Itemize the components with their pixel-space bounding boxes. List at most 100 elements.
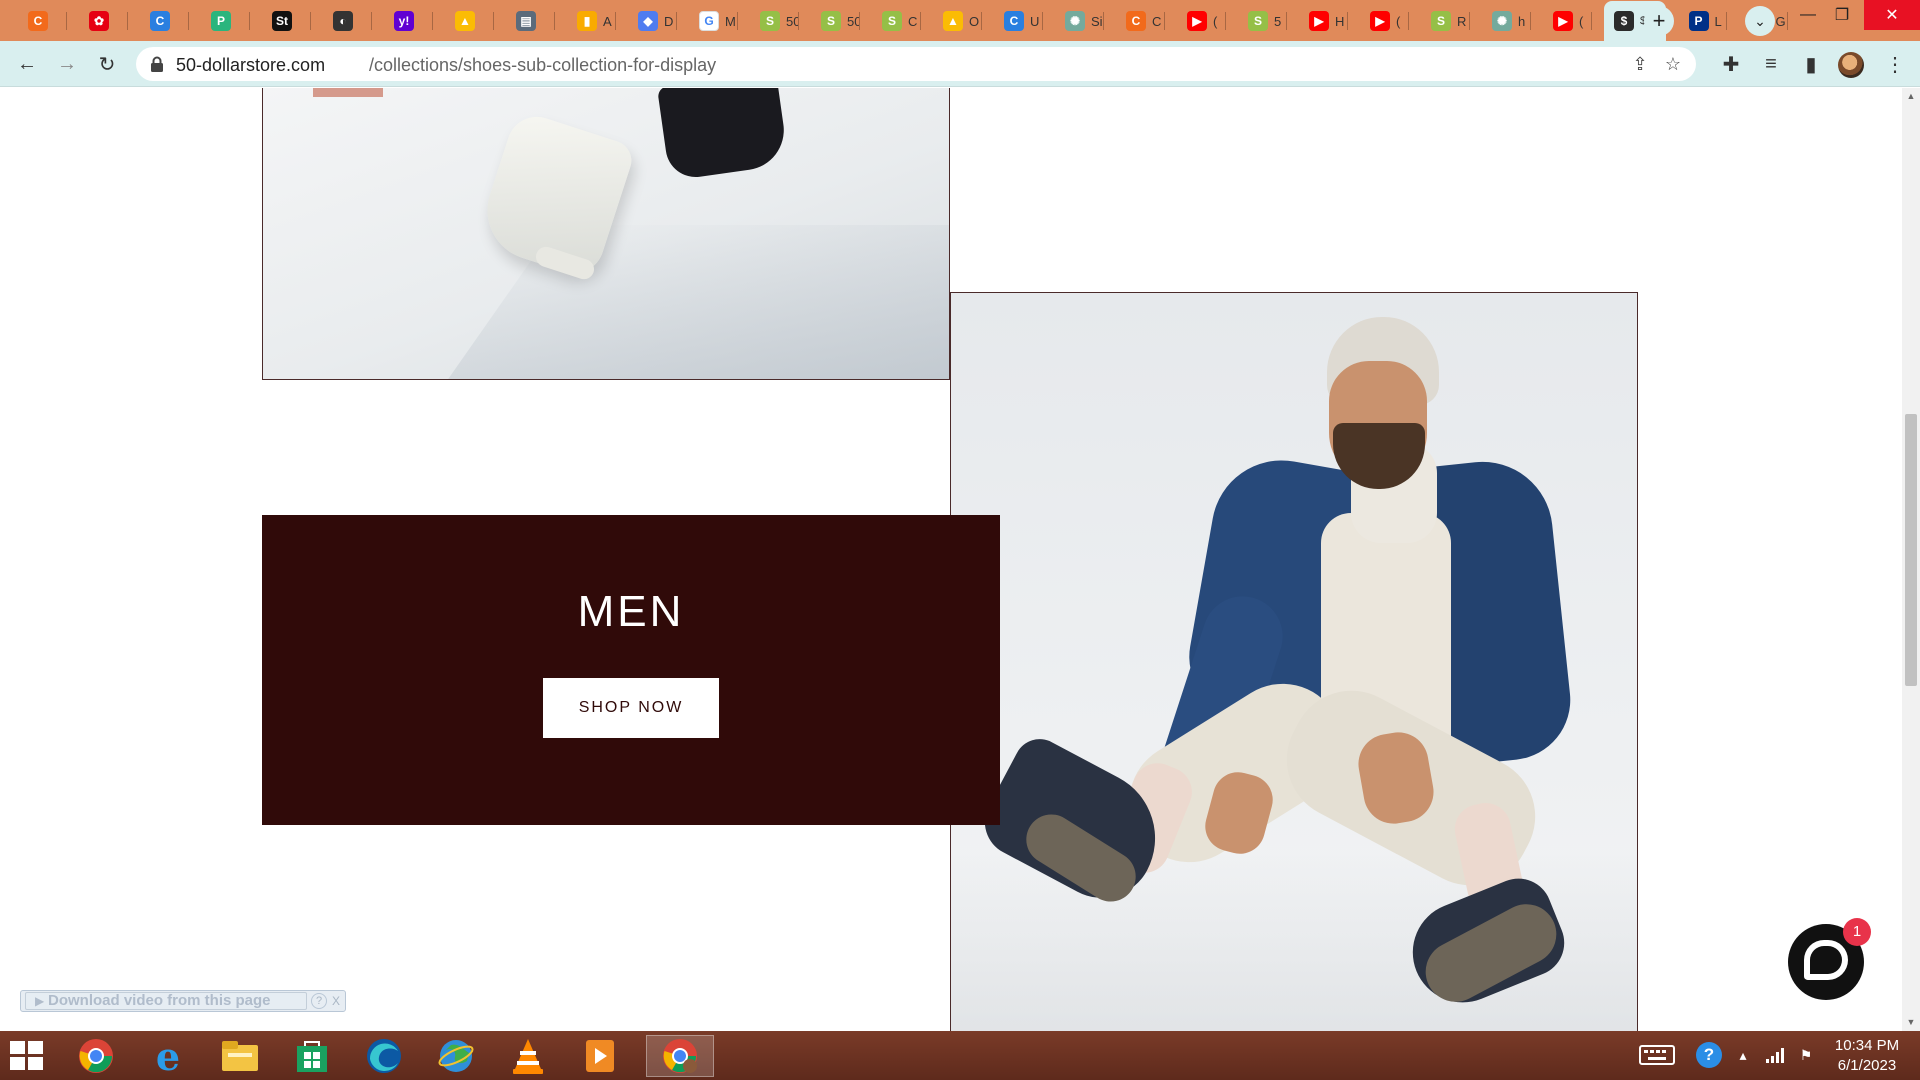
taskbar-chrome[interactable] xyxy=(68,1035,124,1077)
network-button[interactable] xyxy=(1762,1043,1788,1067)
tab-search-button[interactable]: ⌄ xyxy=(1745,6,1775,36)
windows-taskbar: e ? ▴ ⚑ 10:34 PM 6/1/2023 xyxy=(0,1031,1920,1080)
browser-tab[interactable]: ▶ H xyxy=(1299,3,1348,39)
scrollbar-thumb[interactable] xyxy=(1905,414,1917,686)
shop-now-button[interactable]: SHOP NOW xyxy=(543,678,719,738)
browser-tab[interactable]: S5 xyxy=(1238,3,1287,39)
browser-tab[interactable]: ◐ xyxy=(323,3,372,39)
st-icon: St xyxy=(272,11,292,31)
profile-avatar[interactable] xyxy=(1838,52,1864,78)
tab-title: A xyxy=(603,13,612,29)
clock-time[interactable]: 10:34 PM xyxy=(1822,1037,1912,1054)
browser-tab[interactable]: y! xyxy=(384,3,433,39)
scroll-down-icon[interactable]: ▼ xyxy=(1902,1014,1920,1030)
extensions-button[interactable]: ✚ xyxy=(1716,49,1746,79)
reload-button[interactable]: ↻ xyxy=(92,49,122,79)
tab-separator xyxy=(675,12,677,30)
keyboard-icon xyxy=(1639,1045,1675,1065)
bookmark-star-icon[interactable]: ☆ xyxy=(1660,51,1686,77)
clock-date[interactable]: 6/1/2023 xyxy=(1822,1057,1912,1074)
flag-icon: ⚑ xyxy=(1799,1046,1813,1063)
browser-tab[interactable]: ▮ A xyxy=(567,3,616,39)
chevron-up-icon: ▴ xyxy=(1739,1046,1747,1063)
taskbar-file-explorer[interactable] xyxy=(212,1035,268,1077)
browser-tab[interactable]: ▲ O xyxy=(933,3,982,39)
show-hidden-icons-button[interactable]: ▴ xyxy=(1734,1043,1752,1067)
tab-strip: C ✿ C P St ◐ y! ▲ ▤ ▮ A ◆ D G M S 50 S 50 S C ▲ O C U ✺ Si C C ▶(S 5 ▶ H… xyxy=(0,0,1920,41)
browser-tab[interactable]: SR xyxy=(1421,3,1470,39)
taskbar-edge[interactable] xyxy=(356,1035,412,1077)
collection-image-boots[interactable] xyxy=(262,88,950,380)
browser-tab[interactable]: GM xyxy=(689,3,738,39)
tab-title: C xyxy=(908,13,918,29)
collection-image-men[interactable] xyxy=(950,292,1638,1031)
browser-tab[interactable]: S 50 xyxy=(750,3,799,39)
touch-keyboard-button[interactable] xyxy=(1638,1043,1676,1067)
tab-separator xyxy=(1590,12,1592,30)
browser-tab[interactable]: St xyxy=(262,3,311,39)
canva-icon: C xyxy=(1004,11,1024,31)
shopify-icon: S xyxy=(821,11,841,31)
help-tray-button[interactable]: ? xyxy=(1694,1042,1724,1068)
taskbar-video-player[interactable] xyxy=(572,1035,628,1077)
address-bar[interactable]: 50-dollarstore.com /collections/shoes-su… xyxy=(136,47,1696,81)
taskbar-globe-app[interactable] xyxy=(428,1035,484,1077)
arrow-right-icon: → xyxy=(57,52,77,75)
browser-tab[interactable]: SC xyxy=(872,3,921,39)
restore-button[interactable]: ❐ xyxy=(1822,0,1862,30)
browser-tab[interactable]: P xyxy=(201,3,250,39)
share-icon[interactable]: ⇪ xyxy=(1627,51,1653,77)
new-tab-button[interactable]: + xyxy=(1644,6,1674,36)
taskbar-chrome-active[interactable] xyxy=(646,1035,714,1077)
browser-tab[interactable]: ▲ xyxy=(445,3,494,39)
browser-tab[interactable]: PL xyxy=(1679,3,1727,39)
playlist-icon: ≡ xyxy=(1765,52,1777,75)
start-button[interactable] xyxy=(10,1041,44,1071)
google-ads-icon: ▲ xyxy=(455,11,475,31)
download-close-button[interactable]: X xyxy=(329,993,343,1009)
huawei-icon: ✿ xyxy=(89,11,109,31)
forward-button[interactable]: → xyxy=(52,49,82,79)
download-video-button[interactable]: Download video from this page xyxy=(25,992,307,1010)
tab-title: O xyxy=(969,13,980,29)
download-video-label: Download video from this page xyxy=(48,992,271,1009)
browser-tab[interactable]: ▤ xyxy=(506,3,555,39)
side-panel-icon: ▮ xyxy=(1805,53,1817,76)
media-control-button[interactable]: ≡ xyxy=(1756,49,1786,79)
tab-separator xyxy=(1726,12,1727,30)
taskbar-internet-explorer[interactable]: e xyxy=(140,1034,196,1079)
chevron-down-icon: ⌄ xyxy=(1754,12,1766,29)
tab-title: U xyxy=(1030,13,1040,29)
browser-tab[interactable]: ▶( xyxy=(1360,3,1409,39)
browser-tab[interactable]: CC xyxy=(1116,3,1165,39)
youtube-icon: ▶ xyxy=(1370,11,1390,31)
browser-tab[interactable]: ◆ D xyxy=(628,3,677,39)
openai-icon: ✺ xyxy=(1492,11,1512,31)
tab-title: ( xyxy=(1213,13,1218,29)
tab-separator xyxy=(614,12,616,30)
back-button[interactable]: ← xyxy=(12,49,42,79)
menu-button[interactable]: ⋮ xyxy=(1880,49,1910,79)
side-panel-button[interactable]: ▮ xyxy=(1796,49,1826,79)
browser-tab[interactable]: ✺ Si xyxy=(1055,3,1104,39)
browser-tab[interactable]: S 50 xyxy=(811,3,860,39)
tab-separator xyxy=(1346,12,1348,30)
browser-tab[interactable]: ✿ xyxy=(79,3,128,39)
browser-tab[interactable]: CU xyxy=(994,3,1043,39)
browser-tab[interactable]: C xyxy=(18,3,67,39)
scroll-up-icon[interactable]: ▲ xyxy=(1902,88,1920,104)
download-help-button[interactable]: ? xyxy=(311,993,327,1009)
browser-tab[interactable]: ▶( xyxy=(1177,3,1226,39)
puzzle-icon: ✚ xyxy=(1722,53,1740,76)
action-center-button[interactable]: ⚑ xyxy=(1794,1043,1818,1067)
taskbar-vlc[interactable] xyxy=(500,1035,556,1077)
browser-tab[interactable]: C xyxy=(140,3,189,39)
close-window-button[interactable]: ✕ xyxy=(1864,0,1920,30)
browser-tab[interactable]: ▶( xyxy=(1543,3,1592,39)
browser-tab[interactable]: ✺ h xyxy=(1482,3,1531,39)
taskbar-store[interactable] xyxy=(284,1035,340,1077)
tab-separator xyxy=(797,12,799,30)
page-scrollbar[interactable]: ▲ ▼ xyxy=(1902,88,1920,1031)
tab-title: ( xyxy=(1396,13,1401,29)
shopify-icon: S xyxy=(882,11,902,31)
